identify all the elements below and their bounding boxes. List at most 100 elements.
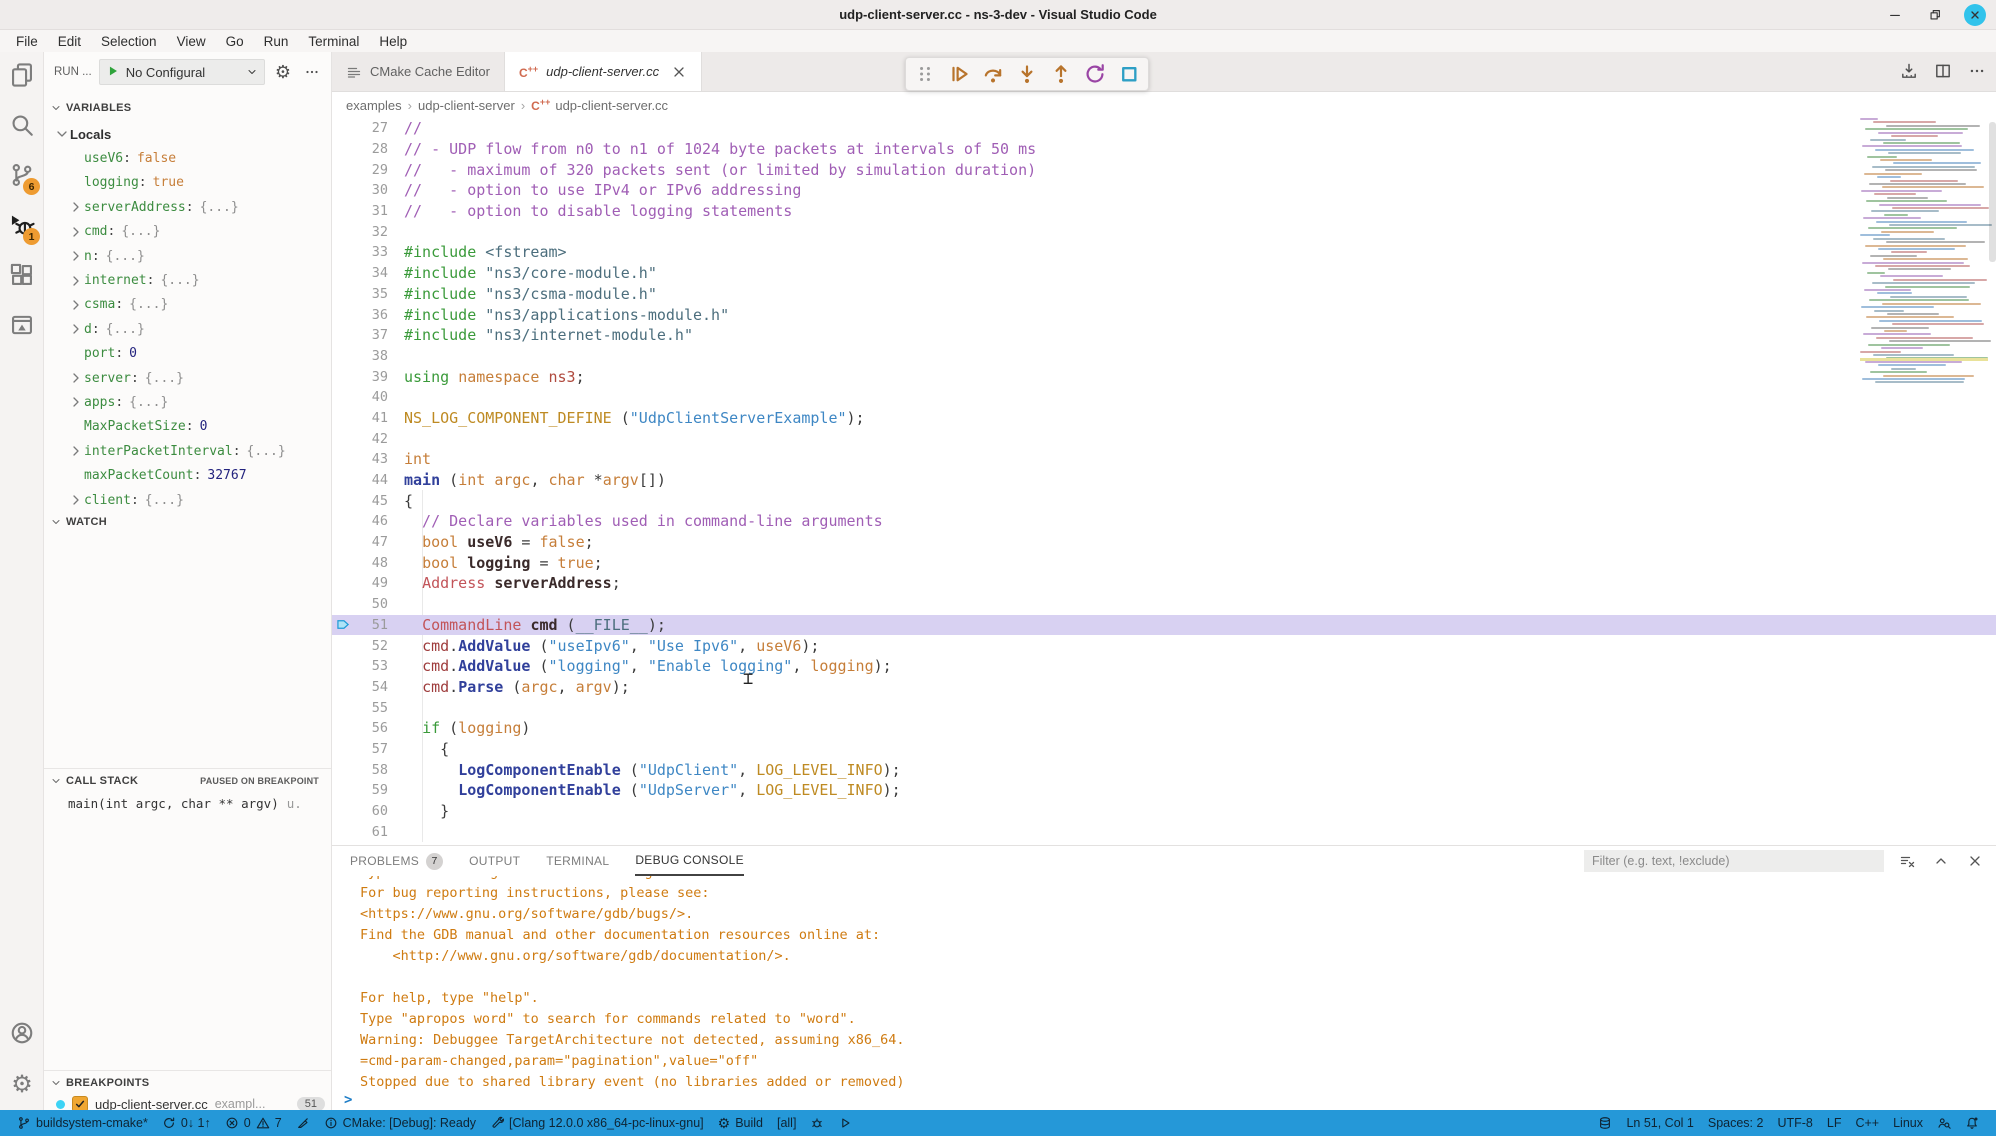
line-number[interactable]: 53 xyxy=(354,658,404,674)
line-number[interactable]: 39 xyxy=(354,369,404,385)
status-ln-51-col-1[interactable]: Ln 51, Col 1 xyxy=(1619,1110,1700,1136)
status-database-icon[interactable] xyxy=(1591,1110,1619,1136)
line-number[interactable]: 52 xyxy=(354,638,404,654)
debug-console-prompt[interactable]: > xyxy=(344,1092,352,1108)
activity-source-control[interactable]: 6 xyxy=(0,152,44,202)
status-0[interactable]: 07 xyxy=(218,1110,289,1136)
code-line-34[interactable]: 34#include "ns3/core-module.h" xyxy=(332,263,1996,284)
code-line-55[interactable]: 55 xyxy=(332,697,1996,718)
code-line-30[interactable]: 30// - option to use IPv4 or IPv6 addres… xyxy=(332,180,1996,201)
line-number[interactable]: 29 xyxy=(354,162,404,178)
variable-row-logging[interactable]: logging:true xyxy=(44,171,331,195)
status-feedback-icon[interactable] xyxy=(289,1110,317,1136)
variables-section-header[interactable]: VARIABLES xyxy=(44,96,331,120)
code-line-29[interactable]: 29// - maximum of 320 packets sent (or l… xyxy=(332,159,1996,180)
variable-row-internet[interactable]: internet:{...} xyxy=(44,268,331,292)
line-number[interactable]: 28 xyxy=(354,141,404,157)
variable-row-cmd[interactable]: cmd:{...} xyxy=(44,220,331,244)
variable-row-MaxPacketSize[interactable]: MaxPacketSize:0 xyxy=(44,415,331,439)
code-line-31[interactable]: 31// - option to disable logging stateme… xyxy=(332,201,1996,222)
status-c++[interactable]: C++ xyxy=(1848,1110,1886,1136)
import-icon[interactable] xyxy=(1898,60,1920,82)
line-number[interactable]: 49 xyxy=(354,575,404,591)
code-line-43[interactable]: 43int xyxy=(332,449,1996,470)
activity-explorer[interactable] xyxy=(0,52,44,102)
watch-section-header[interactable]: WATCH xyxy=(44,510,331,534)
status-all[interactable]: [all] xyxy=(770,1110,803,1136)
status-linux[interactable]: Linux xyxy=(1886,1110,1930,1136)
code-line-61[interactable]: 61 xyxy=(332,821,1996,842)
restart-icon[interactable] xyxy=(1082,61,1108,87)
line-number[interactable]: 31 xyxy=(354,203,404,219)
line-number[interactable]: 45 xyxy=(354,493,404,509)
status-person-search-icon[interactable] xyxy=(1930,1110,1958,1136)
status-0-1[interactable]: 0↓ 1↑ xyxy=(155,1110,218,1136)
more-actions-icon[interactable] xyxy=(301,61,323,83)
code-line-54[interactable]: 54 cmd.Parse (argc, argv); xyxy=(332,677,1996,698)
line-number[interactable]: 38 xyxy=(354,348,404,364)
minimize-button[interactable] xyxy=(1884,4,1906,26)
line-number[interactable]: 56 xyxy=(354,720,404,736)
line-number[interactable]: 48 xyxy=(354,555,404,571)
line-number[interactable]: 43 xyxy=(354,451,404,467)
breadcrumb-item[interactable]: C++udp-client-server.cc xyxy=(531,97,668,113)
status-bell-icon[interactable] xyxy=(1958,1110,1986,1136)
code-line-27[interactable]: 27// xyxy=(332,118,1996,139)
stack-frame[interactable]: main(int argc, char ** argv)u. xyxy=(68,796,323,811)
menu-run[interactable]: Run xyxy=(254,34,299,49)
close-button[interactable] xyxy=(1964,4,1986,26)
clear-console-icon[interactable] xyxy=(1896,850,1918,872)
line-number[interactable]: 35 xyxy=(354,286,404,302)
launch-config-dropdown[interactable]: No Configural xyxy=(99,59,265,85)
minimap[interactable] xyxy=(1860,118,1988,418)
status-bug-icon[interactable] xyxy=(803,1110,831,1136)
code-line-56[interactable]: 56 if (logging) xyxy=(332,718,1996,739)
code-line-35[interactable]: 35#include "ns3/csma-module.h" xyxy=(332,284,1996,305)
line-number[interactable]: 54 xyxy=(354,679,404,695)
step-out-icon[interactable] xyxy=(1048,61,1074,87)
code-line-32[interactable]: 32 xyxy=(332,221,1996,242)
continue-icon[interactable] xyxy=(946,61,972,87)
line-number[interactable]: 30 xyxy=(354,182,404,198)
menu-file[interactable]: File xyxy=(6,34,48,49)
variable-row-server[interactable]: server:{...} xyxy=(44,366,331,390)
code-line-33[interactable]: 33#include <fstream> xyxy=(332,242,1996,263)
code-line-53[interactable]: 53 cmd.AddValue ("logging", "Enable logg… xyxy=(332,656,1996,677)
line-number[interactable]: 61 xyxy=(354,824,404,840)
code-line-52[interactable]: 52 cmd.AddValue ("useIpv6", "Use Ipv6", … xyxy=(332,635,1996,656)
start-debug-icon[interactable] xyxy=(106,64,120,81)
breadcrumb-item[interactable]: udp-client-server xyxy=(418,98,515,113)
line-number[interactable]: 33 xyxy=(354,244,404,260)
status-utf-8[interactable]: UTF-8 xyxy=(1770,1110,1819,1136)
close-panel-icon[interactable] xyxy=(1964,850,1986,872)
panel-tab-problems[interactable]: PROBLEMS7 xyxy=(350,846,443,876)
debug-gear-icon[interactable]: ⚙ xyxy=(272,61,294,83)
activity-run-and-debug[interactable]: 1 xyxy=(0,202,44,252)
tab-cmake-cache-editor[interactable]: CMake Cache Editor xyxy=(332,52,505,91)
code-line-47[interactable]: 47 bool useV6 = false; xyxy=(332,532,1996,553)
activity-cmake[interactable] xyxy=(0,302,44,352)
line-number[interactable]: 36 xyxy=(354,307,404,323)
code-line-41[interactable]: 41NS_LOG_COMPONENT_DEFINE ("UdpClientSer… xyxy=(332,408,1996,429)
editor-scrollbar[interactable] xyxy=(1989,122,1996,262)
more-actions-icon[interactable] xyxy=(1966,60,1988,82)
tab-udp-client-server-cc[interactable]: C++udp-client-server.cc xyxy=(505,52,702,91)
code-line-44[interactable]: 44main (int argc, char *argv[]) xyxy=(332,470,1996,491)
variable-row-interPacketInterval[interactable]: interPacketInterval:{...} xyxy=(44,439,331,463)
variable-row-csma[interactable]: csma:{...} xyxy=(44,293,331,317)
code-editor[interactable]: 27//28// - UDP flow from n0 to n1 of 102… xyxy=(332,118,1996,845)
drag-handle-icon[interactable] xyxy=(912,61,938,87)
step-over-icon[interactable] xyxy=(980,61,1006,87)
status-lf[interactable]: LF xyxy=(1820,1110,1849,1136)
breadcrumb-item[interactable]: examples xyxy=(346,98,402,113)
status-build[interactable]: ⚙Build xyxy=(711,1110,770,1136)
code-line-42[interactable]: 42 xyxy=(332,428,1996,449)
debug-current-line-icon[interactable] xyxy=(332,618,354,631)
variable-row-port[interactable]: port:0 xyxy=(44,342,331,366)
status-play-outline-icon[interactable] xyxy=(831,1110,859,1136)
line-number[interactable]: 27 xyxy=(354,120,404,136)
menu-view[interactable]: View xyxy=(167,34,216,49)
activity-extensions[interactable] xyxy=(0,252,44,302)
status-clang-12-0-0-x86-64-pc-linux-gnu[interactable]: [Clang 12.0.0 x86_64-pc-linux-gnu] xyxy=(483,1110,711,1136)
variable-row-useV6[interactable]: useV6:false xyxy=(44,146,331,170)
